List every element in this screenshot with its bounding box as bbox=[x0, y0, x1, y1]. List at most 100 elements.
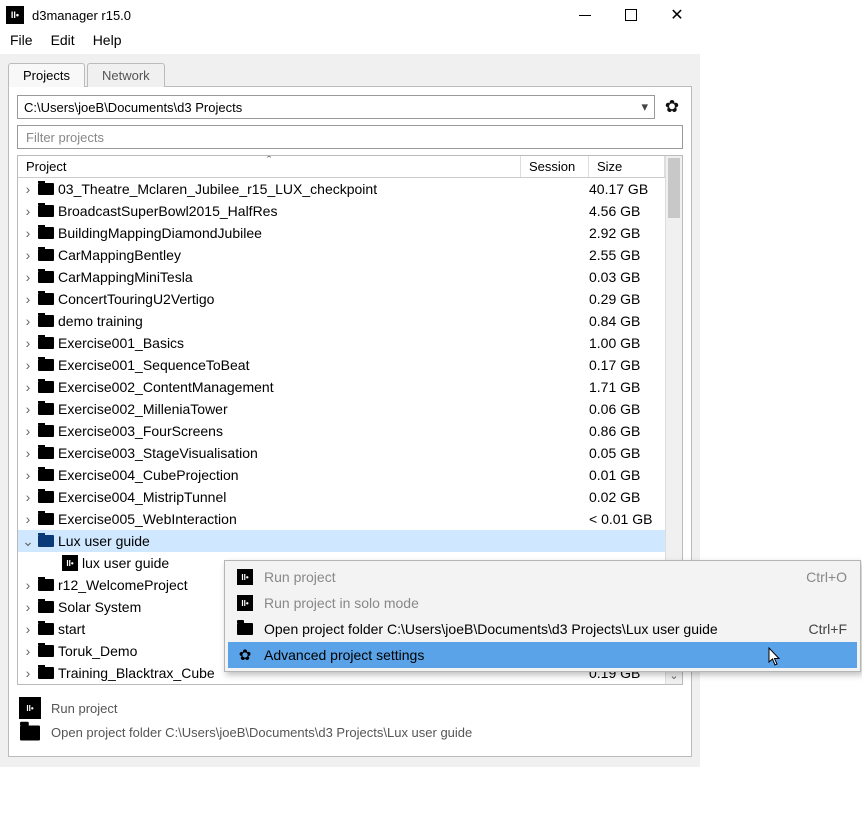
expand-chevron-icon[interactable]: › bbox=[22, 445, 34, 461]
project-name: CarMappingBentley bbox=[58, 247, 181, 263]
expand-chevron-icon[interactable]: › bbox=[22, 401, 34, 417]
size-cell: 0.03 GB bbox=[589, 269, 665, 285]
project-name: Toruk_Demo bbox=[58, 643, 137, 659]
window-minimize-button[interactable] bbox=[562, 0, 608, 30]
table-row[interactable]: ›demo training0.84 GB bbox=[18, 310, 665, 332]
header-project[interactable]: Project ⌃ bbox=[18, 156, 521, 177]
expand-chevron-icon[interactable]: › bbox=[22, 357, 34, 373]
expand-chevron-icon[interactable]: › bbox=[22, 269, 34, 285]
expand-chevron-icon[interactable]: › bbox=[22, 489, 34, 505]
tab-projects[interactable]: Projects bbox=[8, 63, 85, 87]
project-name: Training_Blacktrax_Cube bbox=[58, 665, 215, 681]
folder-icon bbox=[20, 725, 40, 740]
table-row[interactable]: ›ConcertTouringU2Vertigo0.29 GB bbox=[18, 288, 665, 310]
folder-icon bbox=[38, 271, 54, 283]
folder-icon bbox=[38, 227, 54, 239]
folder-icon bbox=[38, 315, 54, 327]
expand-chevron-icon[interactable]: › bbox=[22, 511, 34, 527]
projects-path-dropdown[interactable]: C:\Users\joeB\Documents\d3 Projects bbox=[17, 95, 655, 119]
table-row[interactable]: › CarMappingMiniTesla 0.03 GB bbox=[18, 266, 665, 288]
expand-chevron-icon[interactable]: › bbox=[22, 291, 34, 307]
table-row[interactable]: › Exercise002_ContentManagement 1.71 GB bbox=[18, 376, 665, 398]
open-folder-button[interactable]: Open project folder C:\Users\joeB\Docume… bbox=[19, 725, 681, 740]
expand-chevron-icon[interactable]: › bbox=[22, 313, 34, 329]
size-cell: 1.71 GB bbox=[589, 379, 665, 395]
settings-button[interactable]: ✿ bbox=[661, 96, 683, 118]
folder-icon bbox=[38, 469, 54, 481]
window-close-button[interactable]: ✕ bbox=[654, 0, 700, 30]
table-row[interactable]: › 03_Theatre_Mclaren_Jubilee_r15_LUX_chec… bbox=[18, 178, 665, 200]
gear-icon: ✿ bbox=[665, 97, 679, 117]
titlebar: II• d3manager r15.0 ✕ bbox=[0, 0, 700, 30]
folder-icon bbox=[38, 579, 54, 591]
expand-chevron-icon[interactable]: › bbox=[22, 379, 34, 395]
expand-chevron-icon[interactable]: › bbox=[22, 335, 34, 351]
d3-icon: II• bbox=[19, 697, 41, 719]
folder-icon bbox=[38, 425, 54, 437]
table-row[interactable]: ›Exercise003_StageVisualisation0.05 GB bbox=[18, 442, 665, 464]
expand-chevron-icon[interactable]: › bbox=[22, 181, 34, 197]
project-name: Lux user guide bbox=[58, 533, 150, 549]
run-project-button[interactable]: II• Run project bbox=[19, 697, 681, 719]
menu-help[interactable]: Help bbox=[93, 32, 122, 48]
table-row[interactable]: ›Exercise001_Basics1.00 GB bbox=[18, 332, 665, 354]
tab-network[interactable]: Network bbox=[87, 63, 165, 87]
header-size[interactable]: Size bbox=[589, 156, 665, 177]
context-menu-item[interactable]: Open project folder C:\Users\joeB\Docume… bbox=[228, 616, 857, 642]
table-row[interactable]: ›Exercise005_WebInteraction< 0.01 GB bbox=[18, 508, 665, 530]
project-name: Exercise002_MilleniaTower bbox=[58, 401, 228, 417]
project-name: Exercise003_FourScreens bbox=[58, 423, 223, 439]
size-cell: 2.55 GB bbox=[589, 247, 665, 263]
folder-icon bbox=[38, 249, 54, 261]
expand-chevron-icon[interactable]: › bbox=[22, 225, 34, 241]
menu-item-shortcut: Ctrl+F bbox=[789, 621, 848, 637]
expand-chevron-icon[interactable]: › bbox=[22, 467, 34, 483]
size-cell: 0.84 GB bbox=[589, 313, 665, 329]
menu-item-label: Open project folder C:\Users\joeB\Docume… bbox=[264, 621, 789, 637]
project-name: CarMappingMiniTesla bbox=[58, 269, 193, 285]
table-row[interactable]: ›BuildingMappingDiamondJubilee2.92 GB bbox=[18, 222, 665, 244]
window-maximize-button[interactable] bbox=[608, 0, 654, 30]
menu-edit[interactable]: Edit bbox=[51, 32, 75, 48]
expand-chevron-icon[interactable]: › bbox=[22, 247, 34, 263]
folder-icon bbox=[38, 667, 54, 679]
project-name: ConcertTouringU2Vertigo bbox=[58, 291, 214, 307]
folder-icon bbox=[38, 403, 54, 415]
expand-chevron-icon[interactable]: › bbox=[22, 203, 34, 219]
expand-chevron-icon[interactable]: › bbox=[22, 423, 34, 439]
table-row[interactable]: › CarMappingBentley 2.55 GB bbox=[18, 244, 665, 266]
project-name: Exercise001_Basics bbox=[58, 335, 184, 351]
window-title: d3manager r15.0 bbox=[32, 8, 131, 23]
folder-icon bbox=[38, 491, 54, 503]
table-row[interactable]: ›Exercise004_MistripTunnel0.02 GB bbox=[18, 486, 665, 508]
table-row[interactable]: ⌄ Lux user guide bbox=[18, 530, 665, 552]
header-session[interactable]: Session bbox=[521, 156, 589, 177]
filter-projects-input[interactable] bbox=[24, 129, 676, 146]
project-name: 03_Theatre_Mclaren_Jubilee_r15_LUX_check… bbox=[58, 181, 377, 197]
context-menu-item[interactable]: ✿Advanced project settings bbox=[228, 642, 857, 668]
footer-actions: II• Run project Open project folder C:\U… bbox=[17, 685, 683, 748]
expand-chevron-icon[interactable]: › bbox=[22, 621, 34, 637]
expand-chevron-icon[interactable]: › bbox=[22, 665, 34, 681]
context-menu-item: II•Run project in solo mode bbox=[228, 590, 857, 616]
filter-projects-field[interactable] bbox=[17, 125, 683, 149]
table-row[interactable]: ›Exercise001_SequenceToBeat0.17 GB bbox=[18, 354, 665, 376]
folder-icon bbox=[38, 447, 54, 459]
expand-chevron-icon[interactable]: › bbox=[22, 577, 34, 593]
table-row[interactable]: ›Exercise002_MilleniaTower0.06 GB bbox=[18, 398, 665, 420]
table-row[interactable]: ›Exercise004_CubeProjection0.01 GB bbox=[18, 464, 665, 486]
table-row[interactable]: ›Exercise003_FourScreens0.86 GB bbox=[18, 420, 665, 442]
project-name: BroadcastSuperBowl2015_HalfRes bbox=[58, 203, 277, 219]
size-cell: 2.92 GB bbox=[589, 225, 665, 241]
projects-path-value: C:\Users\joeB\Documents\d3 Projects bbox=[24, 100, 242, 115]
project-name: Exercise002_ContentManagement bbox=[58, 379, 274, 395]
size-cell: 40.17 GB bbox=[589, 181, 665, 197]
expand-chevron-icon[interactable]: › bbox=[22, 643, 34, 659]
table-row[interactable]: ›BroadcastSuperBowl2015_HalfRes4.56 GB bbox=[18, 200, 665, 222]
menu-file[interactable]: File bbox=[10, 32, 33, 48]
expand-chevron-icon[interactable]: ⌄ bbox=[22, 533, 34, 550]
project-name: Exercise003_StageVisualisation bbox=[58, 445, 258, 461]
folder-icon bbox=[38, 535, 54, 547]
scroll-thumb[interactable] bbox=[668, 158, 680, 218]
expand-chevron-icon[interactable]: › bbox=[22, 599, 34, 615]
